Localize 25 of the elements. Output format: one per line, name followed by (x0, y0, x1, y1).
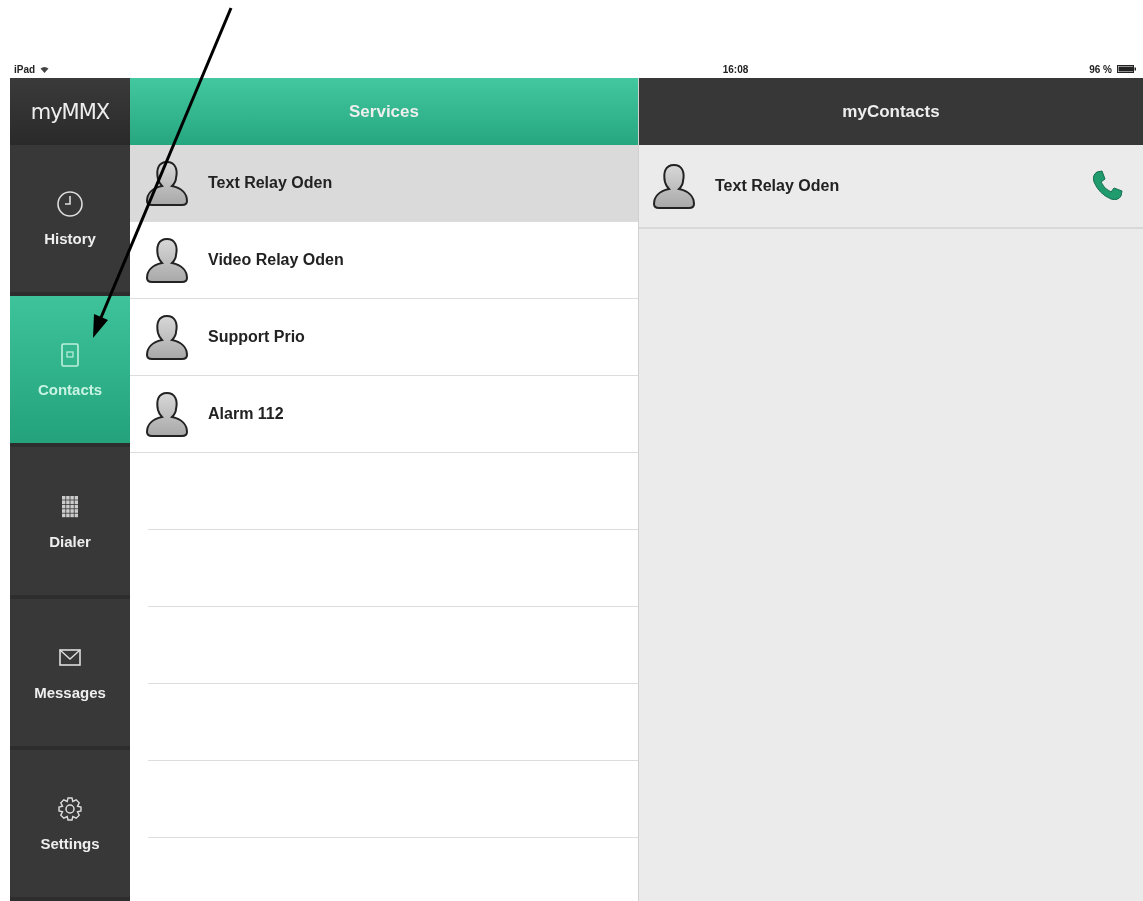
person-icon (651, 162, 697, 210)
contact-name: Text Relay Oden (208, 174, 333, 192)
panel-title: Services (349, 101, 419, 122)
person-icon (144, 390, 190, 438)
contact-name: Support Prio (208, 328, 305, 346)
contact-name: Alarm 112 (208, 405, 284, 423)
contact-row[interactable]: Support Prio (130, 299, 638, 376)
wifi-icon (40, 65, 50, 73)
person-icon (144, 159, 190, 207)
battery-percent: 96 % (1089, 63, 1112, 75)
app-logo: myMMX (30, 99, 110, 124)
contact-row[interactable]: Alarm 112 (130, 376, 638, 453)
gear-icon (56, 794, 84, 823)
clock-time: 16:08 (722, 63, 749, 75)
contact-row[interactable]: Text Relay Oden (639, 145, 1143, 229)
contact-name: Text Relay Oden (715, 177, 841, 195)
contact-row[interactable]: Video Relay Oden (130, 222, 638, 299)
battery-icon (1117, 65, 1137, 73)
person-icon (144, 236, 190, 284)
device-name: iPad (14, 63, 36, 75)
contact-name: Video Relay Oden (208, 251, 344, 269)
person-icon (144, 313, 190, 361)
contact-row[interactable]: Text Relay Oden (130, 145, 638, 222)
clock-icon (56, 190, 84, 219)
panel-title: myContacts (842, 101, 940, 122)
